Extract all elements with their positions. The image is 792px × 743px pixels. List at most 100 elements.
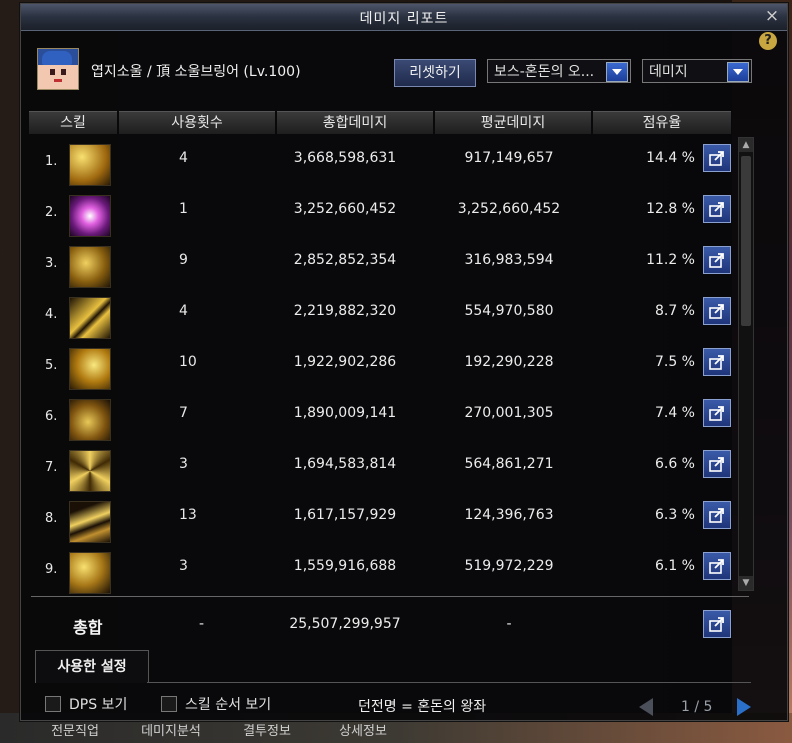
share-button[interactable] bbox=[703, 195, 731, 223]
row-rank: 6. bbox=[45, 409, 58, 424]
skill-cross-icon bbox=[69, 297, 111, 339]
page-indicator: 1 / 5 bbox=[681, 699, 713, 715]
row-count: 3 bbox=[179, 558, 188, 574]
bg-tab-3[interactable]: 결투정보 bbox=[222, 720, 312, 739]
character-info: 엽지소울 / 頂 소울브링어 (Lv.100) bbox=[35, 48, 435, 92]
bg-tab-1[interactable]: 전문직업 bbox=[30, 720, 120, 739]
row-total: 1,559,916,688 bbox=[293, 558, 397, 574]
share-icon bbox=[709, 457, 724, 472]
table-row: 3. 9 2,852,852,354 316,983,594 11.2 % bbox=[29, 236, 747, 288]
share-icon bbox=[709, 202, 724, 217]
row-rank: 2. bbox=[45, 205, 58, 220]
row-avg: 270,001,305 bbox=[464, 405, 554, 421]
row-rank: 8. bbox=[45, 511, 58, 526]
row-avg: 192,290,228 bbox=[464, 354, 554, 370]
chevron-down-icon[interactable] bbox=[727, 62, 749, 82]
share-icon bbox=[709, 508, 724, 523]
share-button[interactable] bbox=[703, 399, 731, 427]
row-share: 6.3 % bbox=[654, 507, 695, 523]
scroll-down-icon[interactable]: ▼ bbox=[739, 576, 753, 590]
order-label: 스킬 순서 보기 bbox=[185, 697, 272, 713]
type-select-value: 데미지 bbox=[649, 64, 688, 80]
share-icon bbox=[709, 355, 724, 370]
share-button[interactable] bbox=[703, 348, 731, 376]
row-count: 13 bbox=[179, 507, 197, 523]
character-name: 엽지소울 / 頂 소울브링어 (Lv.100) bbox=[91, 64, 301, 80]
scrollbar[interactable]: ▲ ▼ bbox=[738, 137, 754, 591]
row-share: 7.4 % bbox=[654, 405, 695, 421]
row-rank: 7. bbox=[45, 460, 58, 475]
share-icon bbox=[709, 253, 724, 268]
row-total: 1,890,009,141 bbox=[293, 405, 397, 421]
help-button[interactable]: ? bbox=[759, 32, 777, 50]
table-row: 2. 1 3,252,660,452 3,252,660,452 12.8 % bbox=[29, 185, 747, 237]
row-count: 3 bbox=[179, 456, 188, 472]
share-button[interactable] bbox=[703, 297, 731, 325]
pager: 1 / 5 bbox=[639, 698, 759, 718]
skill-slash-icon bbox=[69, 144, 111, 186]
header-count[interactable]: 사용횟수 bbox=[119, 111, 275, 134]
row-share: 7.5 % bbox=[654, 354, 695, 370]
row-total: 1,694,583,814 bbox=[293, 456, 397, 472]
share-button[interactable] bbox=[703, 144, 731, 172]
header-share[interactable]: 점유율 bbox=[593, 111, 731, 134]
header-total[interactable]: 총합데미지 bbox=[277, 111, 433, 134]
header-skill[interactable]: 스킬 bbox=[29, 111, 117, 134]
row-count: 9 bbox=[179, 252, 188, 268]
dungeon-name: 던전명 = 혼돈의 왕좌 bbox=[358, 699, 487, 715]
share-total-button[interactable] bbox=[703, 610, 731, 638]
next-page-icon[interactable] bbox=[737, 698, 751, 716]
row-total: 3,668,598,631 bbox=[293, 150, 397, 166]
row-avg: 3,252,660,452 bbox=[457, 201, 561, 217]
reset-button[interactable]: 리셋하기 bbox=[394, 59, 476, 87]
row-total: 2,852,852,354 bbox=[293, 252, 397, 268]
titlebar[interactable]: 데미지 리포트 × bbox=[21, 4, 787, 31]
bg-tab-4[interactable]: 상세정보 bbox=[318, 720, 408, 739]
share-button[interactable] bbox=[703, 246, 731, 274]
row-rank: 5. bbox=[45, 358, 58, 373]
scroll-thumb[interactable] bbox=[741, 156, 751, 326]
settings-tab[interactable]: 사용한 설정 bbox=[35, 650, 149, 683]
header-avg[interactable]: 평균데미지 bbox=[435, 111, 591, 134]
skill-burst-icon bbox=[69, 195, 111, 237]
total-count: - bbox=[199, 616, 205, 632]
row-rank: 9. bbox=[45, 562, 58, 577]
row-share: 6.1 % bbox=[654, 558, 695, 574]
row-avg: 564,861,271 bbox=[464, 456, 554, 472]
table-row: 1. 4 3,668,598,631 917,149,657 14.4 % bbox=[29, 134, 747, 186]
row-share: 12.8 % bbox=[646, 201, 695, 217]
row-rank: 3. bbox=[45, 256, 58, 271]
table-row: 6. 7 1,890,009,141 270,001,305 7.4 % bbox=[29, 389, 747, 441]
scroll-up-icon[interactable]: ▲ bbox=[739, 138, 753, 152]
window-title: 데미지 리포트 bbox=[359, 11, 449, 27]
skill-moon-icon bbox=[69, 552, 111, 594]
share-button[interactable] bbox=[703, 501, 731, 529]
prev-page-icon[interactable] bbox=[639, 698, 653, 716]
row-total: 2,219,882,320 bbox=[293, 303, 397, 319]
row-rank: 4. bbox=[45, 307, 58, 322]
chevron-down-icon[interactable] bbox=[606, 62, 628, 82]
table-header: 스킬 사용횟수 총합데미지 평균데미지 점유율 bbox=[29, 111, 751, 134]
share-button[interactable] bbox=[703, 450, 731, 478]
row-share: 8.7 % bbox=[654, 303, 695, 319]
boss-select-value: 보스-혼돈의 오... bbox=[494, 64, 595, 80]
order-checkbox[interactable] bbox=[161, 696, 177, 712]
close-button[interactable]: × bbox=[763, 7, 781, 25]
row-share: 6.6 % bbox=[654, 456, 695, 472]
type-select[interactable]: 데미지 bbox=[642, 59, 752, 83]
background-tabs: 전문직업 데미지분석 결투정보 상세정보 bbox=[30, 720, 408, 739]
avatar bbox=[37, 48, 79, 90]
share-icon bbox=[709, 304, 724, 319]
order-toggle[interactable]: 스킬 순서 보기 bbox=[161, 694, 271, 714]
skill-dash-icon bbox=[69, 501, 111, 543]
boss-select[interactable]: 보스-혼돈의 오... bbox=[487, 59, 631, 83]
dps-toggle[interactable]: DPS 보기 bbox=[45, 694, 127, 714]
table-row: 7. 3 1,694,583,814 564,861,271 6.6 % bbox=[29, 440, 747, 492]
dps-checkbox[interactable] bbox=[45, 696, 61, 712]
bg-tab-2[interactable]: 데미지분석 bbox=[126, 720, 216, 739]
table-row: 5. 10 1,922,902,286 192,290,228 7.5 % bbox=[29, 338, 747, 390]
settings-divider bbox=[147, 682, 751, 683]
skill-wave-icon bbox=[69, 399, 111, 441]
share-button[interactable] bbox=[703, 552, 731, 580]
skill-table-body: 1. 4 3,668,598,631 917,149,657 14.4 % 2.… bbox=[29, 134, 747, 594]
